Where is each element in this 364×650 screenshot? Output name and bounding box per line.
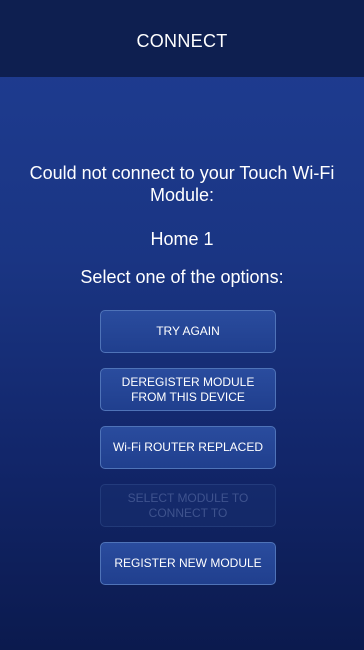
register-new-module-button[interactable]: REGISTER NEW MODULE (100, 542, 276, 585)
try-again-button[interactable]: TRY AGAIN (100, 310, 276, 353)
instruction-text: Select one of the options: (80, 267, 284, 287)
module-name: Home 1 (150, 229, 214, 249)
error-message: Could not connect to your Touch Wi-Fi Mo… (29, 163, 335, 205)
wifi-router-replaced-button[interactable]: Wi-Fi ROUTER REPLACED (100, 426, 276, 469)
page-title: CONNECT (136, 31, 228, 51)
connect-screen: CONNECT Could not connect to your Touch … (0, 0, 364, 650)
header-bar: CONNECT (0, 0, 364, 77)
select-module-button: SELECT MODULE TO CONNECT TO (100, 484, 276, 527)
deregister-module-button[interactable]: DEREGISTER MODULE FROM THIS DEVICE (100, 368, 276, 411)
